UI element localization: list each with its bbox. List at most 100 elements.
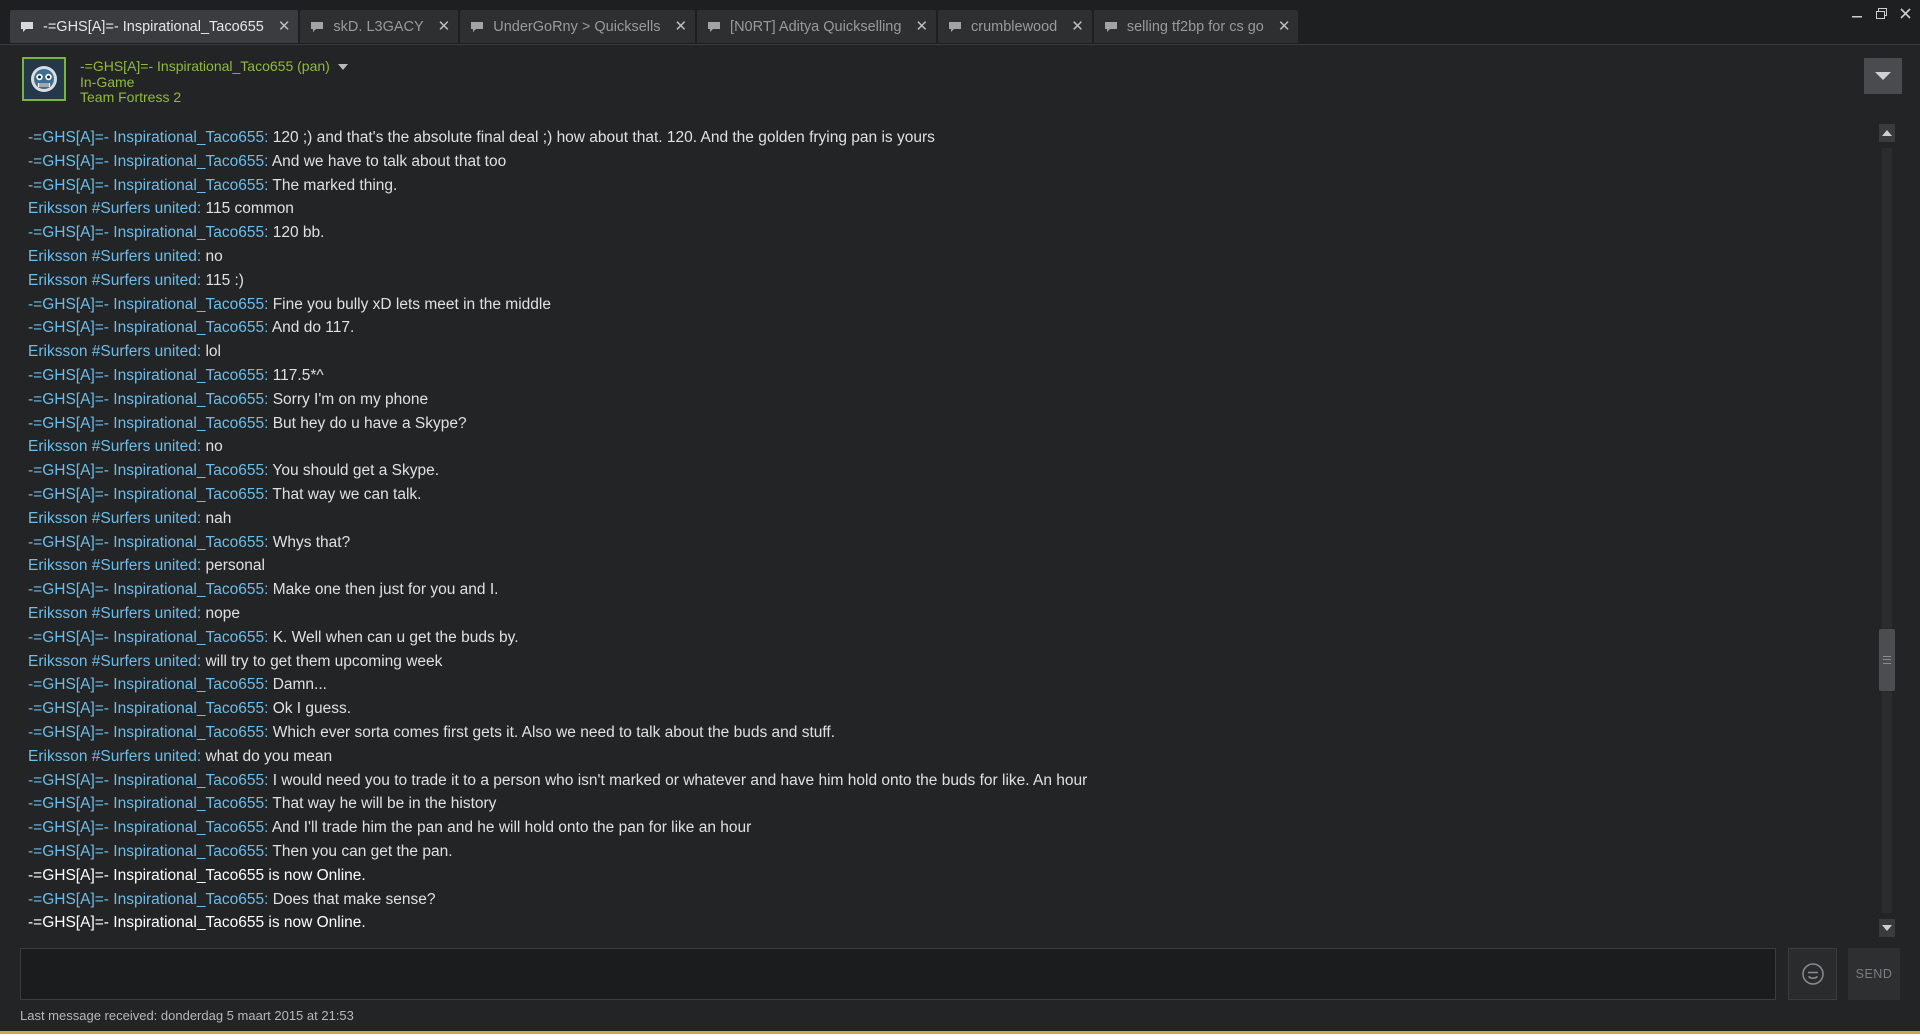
message-text: nah: [201, 509, 232, 527]
emoticon-button[interactable]: [1788, 948, 1837, 1000]
message-text: 115 :): [201, 271, 244, 289]
message-text: no: [201, 438, 223, 456]
chat-message: -=GHS[A]=- Inspirational_Taco655: That w…: [28, 483, 1868, 507]
chat-tab[interactable]: [N0RT] Aditya Quickselling ✕: [697, 10, 937, 43]
chat-message: Eriksson #Surfers united: 115 :): [28, 269, 1868, 293]
message-sender[interactable]: Eriksson #Surfers united:: [28, 272, 201, 289]
send-button[interactable]: SEND: [1848, 948, 1900, 1000]
message-sender[interactable]: Eriksson #Surfers united:: [28, 510, 201, 527]
message-sender[interactable]: Eriksson #Surfers united:: [28, 343, 201, 360]
chat-bubble-icon: [948, 21, 962, 33]
chat-message: -=GHS[A]=- Inspirational_Taco655: Then y…: [28, 840, 1868, 864]
message-sender[interactable]: -=GHS[A]=- Inspirational_Taco655:: [28, 177, 268, 194]
message-sender[interactable]: -=GHS[A]=- Inspirational_Taco655:: [28, 224, 268, 241]
maximize-icon[interactable]: [1874, 6, 1888, 20]
message-text: Which ever sorta comes first gets it. Al…: [268, 723, 836, 741]
arrow-up-icon: [1882, 130, 1892, 136]
message-sender[interactable]: Eriksson #Surfers united:: [28, 748, 201, 765]
grip-icon: [1883, 656, 1891, 664]
chat-message: -=GHS[A]=- Inspirational_Taco655: Ok I g…: [28, 697, 1868, 721]
message-text: personal: [201, 557, 265, 575]
chat-message: Eriksson #Surfers united: what do you me…: [28, 745, 1868, 769]
chat-bubble-icon: [470, 21, 484, 33]
tab-label: skD. L3GACY: [333, 18, 424, 35]
message-input[interactable]: [20, 948, 1776, 1000]
message-sender[interactable]: -=GHS[A]=- Inspirational_Taco655:: [28, 319, 268, 336]
system-message: -=GHS[A]=- Inspirational_Taco655 is now …: [28, 864, 1868, 888]
chat-bubble-icon: [1104, 21, 1118, 33]
chat-tab[interactable]: -=GHS[A]=- Inspirational_Taco655 ✕: [10, 10, 299, 43]
close-icon[interactable]: ✕: [1071, 19, 1084, 34]
friend-header: -=GHS[A]=- Inspirational_Taco655 (pan) I…: [20, 57, 1902, 107]
close-window-icon[interactable]: [1898, 6, 1912, 20]
message-text: Fine you bully xD lets meet in the middl…: [268, 295, 551, 313]
message-sender[interactable]: -=GHS[A]=- Inspirational_Taco655:: [28, 367, 268, 384]
message-text: 117.5*^: [268, 366, 324, 384]
close-icon[interactable]: ✕: [278, 19, 291, 34]
scroll-up-button[interactable]: [1879, 124, 1895, 142]
chat-scrollbar[interactable]: [1878, 124, 1896, 937]
chat-options-dropdown[interactable]: [1864, 58, 1902, 94]
chat-message: -=GHS[A]=- Inspirational_Taco655: That w…: [28, 792, 1868, 816]
message-sender[interactable]: -=GHS[A]=- Inspirational_Taco655:: [28, 724, 268, 741]
message-sender[interactable]: Eriksson #Surfers united:: [28, 248, 201, 265]
scroll-thumb[interactable]: [1879, 629, 1895, 691]
message-sender[interactable]: Eriksson #Surfers united:: [28, 653, 201, 670]
message-text: Whys that?: [268, 533, 351, 551]
close-icon[interactable]: ✕: [1278, 19, 1291, 34]
message-sender[interactable]: -=GHS[A]=- Inspirational_Taco655:: [28, 819, 268, 836]
message-sender[interactable]: -=GHS[A]=- Inspirational_Taco655:: [28, 486, 268, 503]
friend-name[interactable]: -=GHS[A]=- Inspirational_Taco655 (pan): [80, 58, 348, 74]
message-sender[interactable]: -=GHS[A]=- Inspirational_Taco655:: [28, 534, 268, 551]
scroll-down-button[interactable]: [1879, 919, 1895, 937]
close-icon[interactable]: ✕: [915, 19, 928, 34]
message-sender[interactable]: -=GHS[A]=- Inspirational_Taco655:: [28, 700, 268, 717]
close-icon[interactable]: ✕: [438, 19, 451, 34]
message-text: -=GHS[A]=- Inspirational_Taco655 is now …: [28, 914, 366, 932]
chat-tabs: -=GHS[A]=- Inspirational_Taco655 ✕ skD. L3…: [10, 10, 1300, 43]
message-sender[interactable]: -=GHS[A]=- Inspirational_Taco655:: [28, 843, 268, 860]
message-text: That way we can talk.: [268, 485, 422, 503]
chat-bubble-icon: [20, 21, 34, 33]
message-text: And I'll trade him the pan and he will h…: [268, 819, 752, 837]
message-sender[interactable]: -=GHS[A]=- Inspirational_Taco655:: [28, 581, 268, 598]
message-text: 120 ;) and that's the absolute final dea…: [268, 129, 935, 146]
chat-message: -=GHS[A]=- Inspirational_Taco655: Make o…: [28, 578, 1868, 602]
message-sender[interactable]: Eriksson #Surfers united:: [28, 200, 201, 217]
message-sender[interactable]: -=GHS[A]=- Inspirational_Taco655:: [28, 462, 268, 479]
chat-tab[interactable]: selling tf2bp for cs go ✕: [1093, 10, 1299, 43]
chat-message: -=GHS[A]=- Inspirational_Taco655: You sh…: [28, 459, 1868, 483]
message-text: I would need you to trade it to a person…: [268, 771, 1088, 789]
chat-bubble-icon: [310, 21, 324, 33]
message-sender[interactable]: -=GHS[A]=- Inspirational_Taco655:: [28, 772, 268, 789]
chat-message: Eriksson #Surfers united: personal: [28, 554, 1868, 578]
chevron-down-icon[interactable]: [337, 64, 348, 71]
message-sender[interactable]: -=GHS[A]=- Inspirational_Taco655:: [28, 795, 268, 812]
message-sender[interactable]: -=GHS[A]=- Inspirational_Taco655:: [28, 891, 268, 908]
message-sender[interactable]: -=GHS[A]=- Inspirational_Taco655:: [28, 415, 268, 432]
friend-game: Team Fortress 2: [80, 89, 182, 105]
message-sender[interactable]: -=GHS[A]=- Inspirational_Taco655:: [28, 153, 268, 170]
message-sender[interactable]: -=GHS[A]=- Inspirational_Taco655:: [28, 629, 268, 646]
message-sender[interactable]: Eriksson #Surfers united:: [28, 557, 201, 574]
message-text: 115 common: [201, 200, 294, 218]
chat-tab[interactable]: crumblewood ✕: [938, 10, 1092, 43]
message-sender[interactable]: -=GHS[A]=- Inspirational_Taco655:: [28, 676, 268, 693]
minimize-icon[interactable]: [1850, 6, 1864, 20]
message-sender[interactable]: -=GHS[A]=- Inspirational_Taco655:: [28, 296, 268, 313]
message-text: That way he will be in the history: [268, 795, 497, 813]
message-text: 120 bb.: [268, 224, 325, 242]
message-sender[interactable]: -=GHS[A]=- Inspirational_Taco655:: [28, 391, 268, 408]
close-icon[interactable]: ✕: [674, 19, 687, 34]
message-sender[interactable]: Eriksson #Surfers united:: [28, 605, 201, 622]
tab-label: crumblewood: [971, 18, 1058, 35]
chat-tab[interactable]: skD. L3GACY ✕: [300, 10, 459, 43]
chat-message: Eriksson #Surfers united: lol: [28, 340, 1868, 364]
chat-message: -=GHS[A]=- Inspirational_Taco655: And we…: [28, 150, 1868, 174]
message-sender[interactable]: Eriksson #Surfers united:: [28, 438, 201, 455]
chat-tab[interactable]: UnderGoRny > Quicksells ✕: [460, 10, 696, 43]
avatar[interactable]: [22, 57, 66, 101]
chat-log: -=GHS[A]=- Inspirational_Taco655: 120 ;)…: [28, 126, 1868, 937]
scroll-track[interactable]: [1882, 148, 1892, 913]
message-sender[interactable]: -=GHS[A]=- Inspirational_Taco655:: [28, 129, 268, 146]
